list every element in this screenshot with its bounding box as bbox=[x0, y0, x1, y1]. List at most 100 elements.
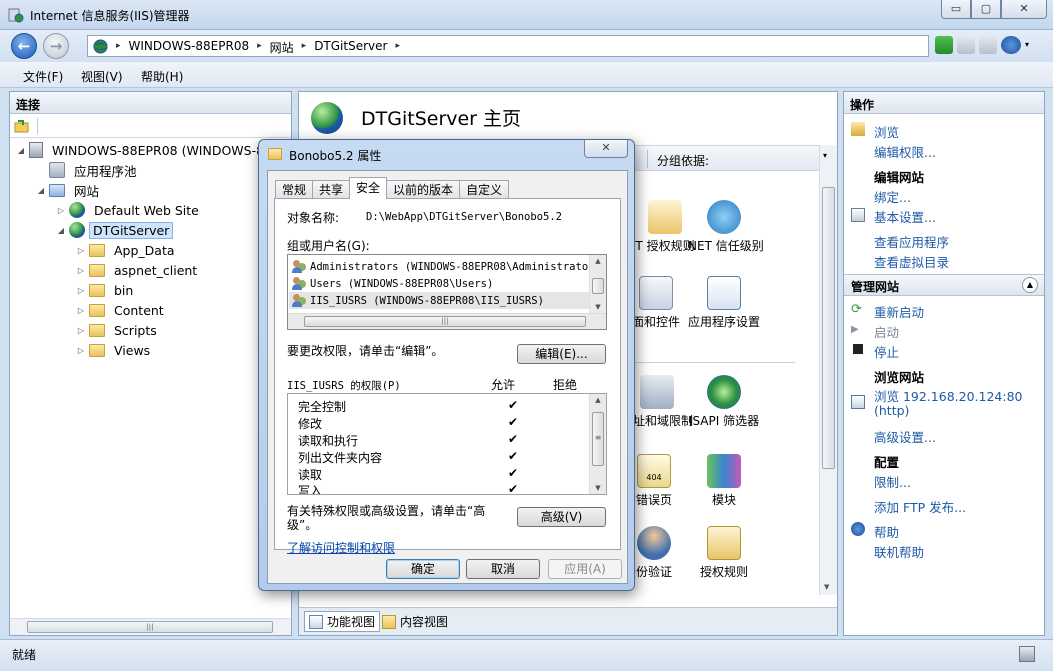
menu-help[interactable]: 帮助(H) bbox=[141, 68, 183, 85]
tab-previous-versions[interactable]: 以前的版本 bbox=[386, 180, 461, 199]
action-online-help[interactable]: 联机帮助 bbox=[874, 542, 924, 561]
breadcrumb-site[interactable]: DTGitServer bbox=[314, 39, 387, 56]
tree-node-app-pools[interactable]: 应用程序池 bbox=[36, 160, 142, 180]
tree-node-aspnet-client[interactable]: ▷ aspnet_client bbox=[76, 260, 202, 280]
users-vertical-scrollbar[interactable]: ▲ ▼ bbox=[589, 255, 606, 313]
scrollbar-thumb[interactable]: ||| bbox=[27, 621, 273, 633]
action-edit-permissions[interactable]: 编辑权限... bbox=[874, 142, 936, 161]
expand-toggle[interactable]: ◢ bbox=[16, 146, 26, 155]
list-item[interactable]: Users (WINDOWS-88EPR08\Users) bbox=[292, 275, 493, 292]
tree-node-app-data[interactable]: ▷ App_Data bbox=[76, 240, 180, 260]
feature-app-settings[interactable]: 应用程序设置 bbox=[679, 276, 769, 331]
action-view-virtual-directories[interactable]: 查看虚拟目录 bbox=[874, 252, 949, 271]
address-bar[interactable]: ▸ WINDOWS-88EPR08 ▸ 网站 ▸ DTGitServer ▸ bbox=[87, 35, 929, 57]
home-icon[interactable] bbox=[979, 36, 997, 54]
tab-sharing[interactable]: 共享 bbox=[312, 180, 351, 199]
help-icon[interactable] bbox=[1001, 36, 1021, 54]
scroll-down-arrow[interactable]: ▼ bbox=[590, 484, 606, 492]
tree-node-views[interactable]: ▷ Views bbox=[76, 340, 155, 360]
action-browse-protocol[interactable]: (http) bbox=[874, 403, 909, 418]
expand-toggle[interactable]: ▷ bbox=[76, 286, 86, 295]
action-basic-settings[interactable]: 基本设置... bbox=[874, 207, 936, 226]
section-edit-site: 编辑网站 bbox=[874, 170, 925, 185]
scroll-up-arrow[interactable]: ▲ bbox=[590, 396, 606, 404]
dialog-body: 常规 共享 安全 以前的版本 自定义 对象名称: D:\WebApp\DTGit… bbox=[267, 170, 628, 584]
scroll-down-arrow[interactable]: ▼ bbox=[824, 583, 829, 591]
tab-general[interactable]: 常规 bbox=[275, 180, 314, 199]
action-advanced-settings[interactable]: 高级设置... bbox=[874, 427, 936, 446]
connections-horizontal-scrollbar[interactable]: ||| bbox=[10, 618, 291, 635]
permissions-vertical-scrollbar[interactable]: ▲ ≡ ▼ bbox=[589, 394, 606, 494]
action-limits[interactable]: 限制... bbox=[874, 472, 911, 491]
scroll-up-arrow[interactable]: ▲ bbox=[590, 257, 606, 265]
scrollbar-thumb[interactable]: ||| bbox=[304, 316, 586, 327]
action-explore[interactable]: 浏览 bbox=[874, 122, 899, 141]
menu-view[interactable]: 视图(V) bbox=[81, 68, 123, 85]
minimize-button[interactable]: ▭ bbox=[941, 0, 971, 19]
feature-modules[interactable]: 模块 bbox=[679, 454, 769, 509]
status-bar: 就绪 bbox=[0, 639, 1053, 671]
expand-toggle[interactable]: ▷ bbox=[56, 206, 66, 215]
connect-icon[interactable] bbox=[14, 118, 30, 134]
action-stop[interactable]: 停止 bbox=[874, 342, 899, 361]
action-view-applications[interactable]: 查看应用程序 bbox=[874, 232, 949, 251]
breadcrumb-server[interactable]: WINDOWS-88EPR08 bbox=[129, 39, 250, 56]
action-bindings[interactable]: 绑定... bbox=[874, 187, 911, 206]
advanced-button[interactable]: 高级(V) bbox=[517, 507, 606, 527]
refresh-icon[interactable] bbox=[935, 36, 953, 54]
collapse-icon[interactable]: ▲ bbox=[1022, 277, 1038, 293]
expand-toggle[interactable]: ▷ bbox=[76, 306, 86, 315]
breadcrumb-sites[interactable]: 网站 bbox=[270, 39, 294, 56]
help-dropdown-icon[interactable]: ▾ bbox=[1025, 36, 1033, 54]
permission-row: 列出文件夹内容 ✔ bbox=[298, 449, 519, 465]
action-add-ftp-publishing[interactable]: 添加 FTP 发布... bbox=[874, 497, 966, 516]
scroll-down-arrow[interactable]: ▼ bbox=[590, 303, 606, 311]
toolbar-divider bbox=[37, 118, 38, 134]
action-restart[interactable]: 重新启动 bbox=[874, 302, 924, 321]
menu-file[interactable]: 文件(F) bbox=[23, 68, 63, 85]
list-item[interactable]: Administrators (WINDOWS-88EPR08\Administ… bbox=[292, 258, 606, 275]
tree-node-bin[interactable]: ▷ bin bbox=[76, 280, 138, 300]
features-vertical-scrollbar[interactable]: ▾ ▼ bbox=[819, 145, 837, 595]
users-listbox[interactable]: Administrators (WINDOWS-88EPR08\Administ… bbox=[287, 254, 607, 330]
tree-node-scripts[interactable]: ▷ Scripts bbox=[76, 320, 162, 340]
tree-node-sites[interactable]: ◢ 网站 bbox=[36, 180, 104, 200]
filter-dropdown-icon[interactable]: ▾ bbox=[823, 151, 827, 160]
close-button[interactable]: ✕ bbox=[1001, 0, 1047, 19]
tab-content-view[interactable]: 内容视图 bbox=[382, 613, 448, 630]
feature-isapi-filters[interactable]: ISAPI 筛选器 bbox=[679, 375, 769, 430]
edit-button[interactable]: 编辑(E)... bbox=[517, 344, 606, 364]
tree-node-dtgitserver[interactable]: ◢ DTGitServer bbox=[56, 220, 174, 240]
scrollbar-thumb[interactable]: ≡ bbox=[592, 412, 604, 466]
scrollbar-thumb[interactable] bbox=[592, 278, 604, 294]
feature-net-trust[interactable]: .NET 信任级别 bbox=[679, 200, 769, 255]
tree-node-content[interactable]: ▷ Content bbox=[76, 300, 169, 320]
expand-toggle[interactable]: ◢ bbox=[56, 226, 66, 235]
list-item-selected[interactable]: IIS_IUSRS (WINDOWS-88EPR08\IIS_IUSRS) bbox=[289, 292, 589, 309]
expand-toggle[interactable]: ▷ bbox=[76, 246, 86, 255]
cancel-button[interactable]: 取消 bbox=[466, 559, 540, 579]
action-help[interactable]: 帮助 bbox=[874, 522, 899, 541]
tab-features-view[interactable]: 功能视图 bbox=[304, 611, 381, 632]
users-horizontal-scrollbar[interactable]: ||| bbox=[288, 313, 606, 329]
tab-security[interactable]: 安全 bbox=[349, 177, 388, 199]
tree-node-server[interactable]: ◢ WINDOWS-88EPR08 (WINDOWS-88 bbox=[16, 140, 277, 160]
expand-toggle[interactable]: ▷ bbox=[76, 346, 86, 355]
expand-toggle[interactable]: ▷ bbox=[76, 266, 86, 275]
tab-customize[interactable]: 自定义 bbox=[459, 180, 510, 199]
expand-toggle[interactable]: ◢ bbox=[36, 186, 46, 195]
forward-button[interactable]: → bbox=[43, 33, 69, 59]
maximize-button[interactable]: ▢ bbox=[971, 0, 1001, 19]
actions-header: 操作 bbox=[844, 92, 1044, 114]
group-by-label[interactable]: 分组依据: bbox=[657, 152, 709, 169]
ok-button[interactable]: 确定 bbox=[386, 559, 460, 579]
expand-toggle[interactable]: ▷ bbox=[76, 326, 86, 335]
stop-icon[interactable] bbox=[957, 36, 975, 54]
scrollbar-thumb[interactable] bbox=[822, 187, 835, 469]
feature-authorization-rules[interactable]: 授权规则 bbox=[679, 526, 769, 581]
breadcrumb-separator: ▸ bbox=[395, 41, 400, 51]
learn-access-control-link[interactable]: 了解访问控制和权限 bbox=[287, 539, 395, 556]
dialog-close-button[interactable]: ✕ bbox=[584, 140, 628, 158]
tree-node-default-web-site[interactable]: ▷ Default Web Site bbox=[56, 200, 204, 220]
back-button[interactable]: ← bbox=[11, 33, 37, 59]
